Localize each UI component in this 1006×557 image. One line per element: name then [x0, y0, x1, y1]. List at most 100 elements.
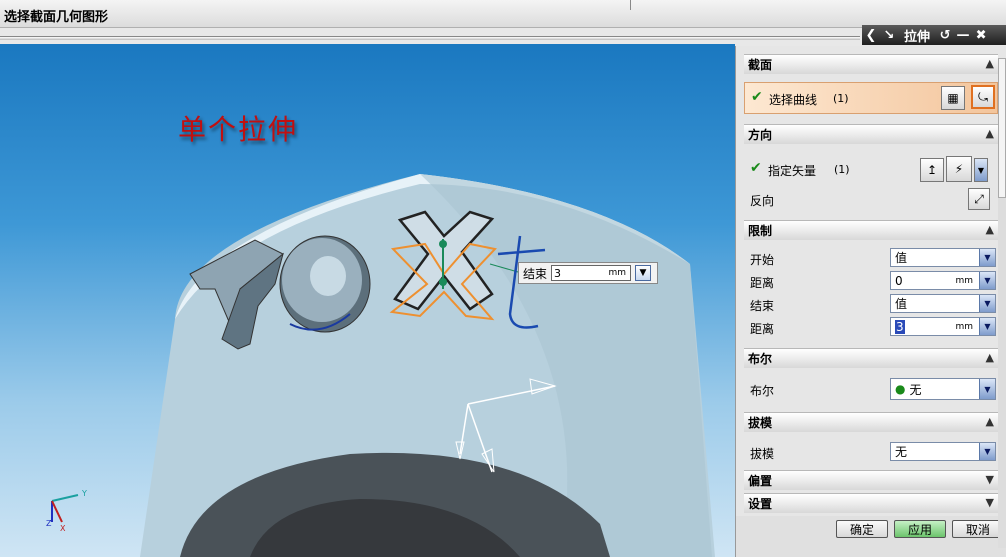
start-label: 开始: [750, 253, 775, 267]
limit-end-distance-row: 距离 3 mm ▼: [744, 317, 998, 337]
expand-icon[interactable]: ▼: [986, 473, 994, 486]
boolean-row: 布尔 ● 无 ▼: [744, 378, 998, 400]
section-header[interactable]: 截面 ▲: [744, 54, 998, 74]
boolean-label: 布尔: [750, 384, 775, 398]
check-icon: ✔: [751, 89, 763, 105]
vector-icon[interactable]: ⚡: [946, 156, 972, 182]
limit-start-row: 开始 值 ▼: [744, 248, 998, 268]
settings-header[interactable]: 设置 ▼: [744, 493, 998, 513]
draft-value: 无: [895, 445, 908, 459]
boolean-none-icon: ●: [895, 382, 906, 396]
start-distance-value: 0: [895, 273, 903, 288]
dynamic-end-value: 3: [554, 266, 562, 280]
collapse-icon[interactable]: ▲: [986, 351, 994, 364]
select-curve-count: (1): [833, 92, 849, 105]
direction-header[interactable]: 方向 ▲: [744, 124, 998, 144]
end-distance-input[interactable]: 3 mm ▼: [890, 317, 996, 336]
start-select-value: 值: [895, 251, 908, 265]
end-label: 结束: [750, 299, 775, 313]
end-distance-unit: mm: [955, 321, 973, 332]
dialog-title: 拉伸: [904, 29, 931, 45]
offset-header-label: 偏置: [748, 474, 773, 488]
vector-label: 指定矢量: [768, 164, 817, 178]
limit-end-row: 结束 值 ▼: [744, 294, 998, 314]
dynamic-end-input[interactable]: 结束 3 mm ▼: [518, 262, 658, 284]
boolean-header-label: 布尔: [748, 352, 773, 366]
chevron-down-icon[interactable]: ▼: [979, 379, 995, 399]
boolean-value: 无: [909, 382, 922, 397]
start-distance-unit: mm: [955, 275, 973, 286]
draft-header-label: 拔模: [748, 416, 773, 430]
limits-header-label: 限制: [748, 224, 773, 238]
chevron-down-icon[interactable]: ▼: [979, 318, 995, 335]
status-rule: [0, 36, 860, 40]
collapse-icon[interactable]: ▲: [986, 223, 994, 236]
start-select[interactable]: 值 ▼: [890, 248, 996, 267]
watermark-title: 单个拉伸: [178, 113, 299, 146]
draft-select[interactable]: 无 ▼: [890, 442, 996, 461]
vector-count: (1): [834, 163, 850, 176]
sketch-section-icon[interactable]: ▦: [941, 86, 965, 110]
chevron-down-icon[interactable]: ▼: [979, 443, 995, 460]
select-curve-label: 选择曲线: [769, 93, 818, 107]
end-distance-value: 3: [895, 319, 905, 334]
draft-header[interactable]: 拔模 ▲: [744, 412, 998, 432]
dialog-footer: 确定 应用 取消: [736, 516, 1006, 557]
end-select[interactable]: 值 ▼: [890, 294, 996, 313]
reverse-direction-icon[interactable]: ⤢: [968, 188, 990, 210]
offset-header[interactable]: 偏置 ▼: [744, 470, 998, 490]
ok-button[interactable]: 确定: [836, 520, 888, 538]
dynamic-end-field[interactable]: 3 mm: [551, 265, 632, 281]
chevron-down-icon[interactable]: ▼: [979, 249, 995, 266]
chevron-down-icon[interactable]: ▼: [979, 272, 995, 289]
status-bar: 选择截面几何图形: [0, 0, 1006, 28]
vector-dropdown-icon[interactable]: ▼: [974, 158, 988, 182]
dynamic-end-unit: mm: [608, 268, 627, 278]
select-curve-row[interactable]: ✔ 选择曲线 (1) ▦ ⤿: [744, 82, 998, 114]
cancel-button[interactable]: 取消: [952, 520, 1004, 538]
collapse-icon[interactable]: ▲: [986, 415, 994, 428]
limits-header[interactable]: 限制 ▲: [744, 220, 998, 240]
settings-header-label: 设置: [748, 497, 773, 511]
draft-label: 拔模: [750, 447, 775, 461]
limit-start-distance-row: 距离 0 mm ▼: [744, 271, 998, 291]
reverse-label: 反向: [750, 194, 775, 208]
boolean-select[interactable]: ● 无 ▼: [890, 378, 996, 400]
expand-icon[interactable]: ▼: [986, 496, 994, 509]
boolean-header[interactable]: 布尔 ▲: [744, 348, 998, 368]
dynamic-end-label: 结束: [523, 266, 548, 281]
reverse-direction-row[interactable]: 反向 ⤢: [744, 188, 998, 210]
curve-icon[interactable]: ⤿: [971, 85, 995, 109]
close-icon[interactable]: ✖: [972, 26, 990, 44]
svg-text:X: X: [60, 524, 66, 533]
chevron-down-icon[interactable]: ▼: [979, 295, 995, 312]
back-arrow-icon[interactable]: ❮: [862, 26, 880, 44]
collapse-icon[interactable]: ▲: [986, 57, 994, 70]
status-prompt: 选择截面几何图形: [4, 10, 109, 25]
graphics-viewport[interactable]: Y Z X 单个拉伸 结束 3 mm ▼: [0, 44, 735, 557]
specify-vector-row[interactable]: ✔ 指定矢量 (1) ↥ ⚡ ▼: [744, 156, 998, 182]
dynamic-end-dropdown-icon[interactable]: ▼: [635, 265, 652, 281]
dialog-title-bar: ❮ ↘ 拉伸 ↺ — ✖: [862, 25, 1006, 45]
start-distance-input[interactable]: 0 mm ▼: [890, 271, 996, 290]
check-icon: ✔: [750, 160, 762, 176]
scrollbar-thumb[interactable]: [998, 58, 1006, 198]
svg-text:Z: Z: [46, 519, 52, 528]
draft-row: 拔模 无 ▼: [744, 442, 998, 462]
minimize-icon[interactable]: —: [954, 26, 972, 44]
apply-button[interactable]: 应用: [894, 520, 946, 538]
pin-icon[interactable]: ↘: [880, 26, 898, 44]
extrude-dialog: 截面 ▲ ✔ 选择曲线 (1) ▦ ⤿ 方向 ▲ ✔ 指定矢量 (1) ↥ ⚡ ▼ …: [735, 46, 1006, 557]
direction-header-label: 方向: [748, 128, 773, 142]
dialog-scrollbar[interactable]: [998, 58, 1006, 548]
model-scene: Y Z X: [46, 174, 715, 557]
reset-icon[interactable]: ↺: [936, 26, 954, 44]
end-select-value: 值: [895, 297, 908, 311]
status-divider: [630, 0, 631, 10]
svg-text:Y: Y: [81, 489, 87, 498]
end-distance-label: 距离: [750, 322, 775, 336]
collapse-icon[interactable]: ▲: [986, 127, 994, 140]
section-header-label: 截面: [748, 58, 773, 72]
start-distance-label: 距离: [750, 276, 775, 290]
vector-dialog-icon[interactable]: ↥: [920, 158, 944, 182]
